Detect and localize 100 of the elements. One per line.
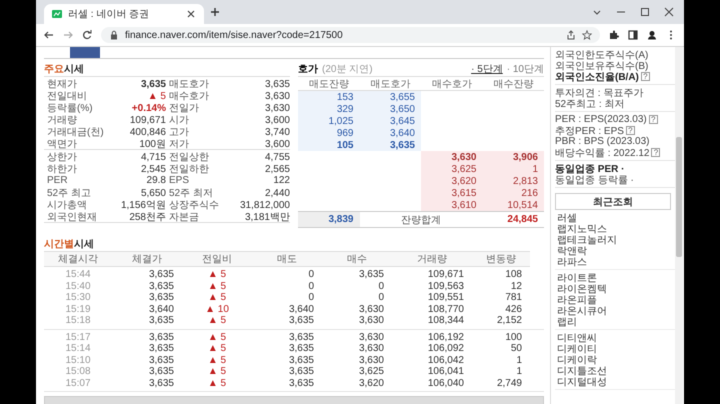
- browser-tab[interactable]: 러셀 : 네이버 증권: [44, 4, 204, 24]
- table-cell-text: 3,635: [148, 354, 175, 366]
- table-cell-text: 3,635: [148, 280, 175, 292]
- recent-stock-link[interactable]: 러셀: [557, 212, 577, 223]
- quote-value: 109,671: [128, 114, 166, 126]
- table-cell-text: 3,635: [288, 366, 315, 378]
- quote-label: 52주 최고: [46, 187, 92, 200]
- recent-stock-link[interactable]: 디지털대성: [557, 376, 607, 387]
- address-bar[interactable]: finance.naver.com/item/sise.naver?code=217500: [101, 27, 600, 43]
- quote-label: 시가: [168, 114, 190, 127]
- table-cell: 1: [482, 163, 544, 175]
- recent-stock-link[interactable]: 라이온켐텍: [557, 283, 607, 294]
- close-icon[interactable]: [186, 9, 196, 19]
- recent-stock-link[interactable]: 라이트론: [557, 272, 597, 283]
- quote-value: 1,156억원: [120, 199, 166, 212]
- recent-stock-link[interactable]: 디케이티: [557, 343, 597, 354]
- recent-stock-link[interactable]: 랩테크놀러지: [557, 234, 617, 245]
- help-button[interactable]: ?: [626, 126, 635, 135]
- quote-value: 4,755: [264, 152, 290, 162]
- table-cell-text: 15:17: [64, 332, 92, 343]
- lock-icon: [109, 30, 119, 40]
- table-cell: 3,630: [421, 151, 482, 163]
- table-cell: 329: [298, 103, 360, 115]
- new-tab-icon[interactable]: [210, 7, 220, 17]
- horizontal-scrollbar[interactable]: [44, 396, 544, 404]
- table-cell-text: 0: [307, 280, 315, 292]
- table-cell: 2,813: [482, 175, 544, 187]
- quote-value: 29.8: [146, 174, 166, 186]
- recent-stock-link[interactable]: 디케이락: [557, 354, 597, 365]
- table-cell-text: ▲ 10: [204, 304, 230, 315]
- vertical-scrollbar[interactable]: [675, 47, 683, 404]
- quote-label: 매수호가: [168, 90, 210, 103]
- depth-link[interactable]: · 5단계: [471, 62, 503, 76]
- maximize-icon[interactable]: [640, 7, 650, 17]
- share-icon[interactable]: [566, 30, 576, 40]
- help-button[interactable]: ?: [648, 115, 658, 124]
- quote-label: 상장주식수: [168, 199, 220, 212]
- close-icon[interactable]: [664, 7, 674, 17]
- quote-label: PER: [46, 174, 69, 186]
- depth-link[interactable]: · 10단계: [506, 62, 544, 76]
- total-cell: 3,839: [298, 212, 360, 227]
- table-cell-text: ▲ 5: [206, 343, 228, 354]
- table-cell-text: 109,671: [426, 269, 465, 280]
- quote-value: ▲ 5: [146, 90, 166, 102]
- quote-label: 전일대비: [46, 90, 88, 103]
- table-cell-text: 3,635: [288, 378, 315, 389]
- help-button[interactable]: ?: [640, 72, 650, 81]
- column-header: 체결시각: [44, 251, 112, 267]
- table-cell: 1,025: [298, 115, 360, 127]
- info-label: 외국인보유주식수(B): [555, 60, 648, 72]
- table-cell-text: 106,192: [426, 332, 465, 343]
- recent-stock-link[interactable]: 락앤락: [557, 245, 587, 256]
- recent-stock-link[interactable]: 라파스: [557, 256, 587, 267]
- table-cell-text: 15:44: [64, 269, 92, 280]
- column-header: 매수잔량: [482, 76, 544, 91]
- table-cell: 3,655: [360, 91, 421, 103]
- side-panel-icon[interactable]: [628, 30, 638, 40]
- table-cell-text: 3,635: [148, 315, 175, 326]
- info-label: 외국인소진율(B/A): [555, 72, 639, 84]
- table-cell-text: 108,770: [426, 304, 465, 315]
- info-label: 투자의견 : 목표주가: [555, 86, 644, 100]
- table-cell-text: 100: [504, 332, 523, 343]
- table-cell-text: 3,630: [358, 304, 385, 315]
- puzzle-icon[interactable]: [609, 30, 619, 40]
- table-cell-text: 3,630: [358, 315, 385, 326]
- reload-icon[interactable]: [82, 30, 92, 40]
- star-icon[interactable]: [582, 30, 592, 40]
- table-cell-text: 3,635: [148, 332, 175, 343]
- quote-value: 2,440: [264, 188, 290, 198]
- table-cell-text: 12: [510, 280, 523, 292]
- quote-label: 등락률(%): [46, 102, 94, 115]
- quote-label: 전일가: [168, 102, 200, 115]
- recent-stock-link[interactable]: 랩지노믹스: [557, 223, 607, 234]
- section-heading: 주요시세: [44, 62, 84, 76]
- help-button[interactable]: ?: [651, 148, 660, 157]
- table-cell-text: 15:08: [64, 366, 92, 378]
- table-cell: 3,610: [421, 199, 482, 211]
- quote-label: 저가: [168, 138, 190, 151]
- delay-note: (20분 지연): [322, 62, 373, 76]
- quote-value: 258천주: [128, 211, 166, 224]
- table-cell-text: 3,640: [148, 304, 175, 315]
- recent-stock-link[interactable]: 라온시큐어: [557, 305, 607, 316]
- back-arrow-icon[interactable]: [44, 30, 54, 40]
- table-cell-text: ▲ 5: [206, 378, 228, 389]
- recent-stock-link[interactable]: 디티앤씨: [557, 332, 597, 343]
- recent-stock-link[interactable]: 디지틀조선: [557, 365, 607, 376]
- table-cell: 216: [482, 187, 544, 199]
- profile-icon[interactable]: [647, 30, 657, 40]
- table-cell-text: ▲ 5: [206, 354, 228, 366]
- info-label: PER : EPS(2023.03): [555, 114, 647, 125]
- table-cell-text: 15:18: [64, 315, 92, 326]
- quote-label: 거래대금(천): [46, 126, 105, 139]
- recent-stock-link[interactable]: 랩리: [557, 316, 577, 327]
- chart-favicon-icon: [52, 9, 62, 19]
- table-cell-text: 3,635: [358, 269, 385, 280]
- table-cell-text: 2,749: [496, 378, 523, 389]
- recent-stock-link[interactable]: 라온피플: [557, 294, 597, 305]
- table-cell-text: 3,635: [148, 292, 175, 304]
- table-cell-text: 15:40: [64, 280, 92, 292]
- table-cell-text: 15:10: [64, 354, 92, 366]
